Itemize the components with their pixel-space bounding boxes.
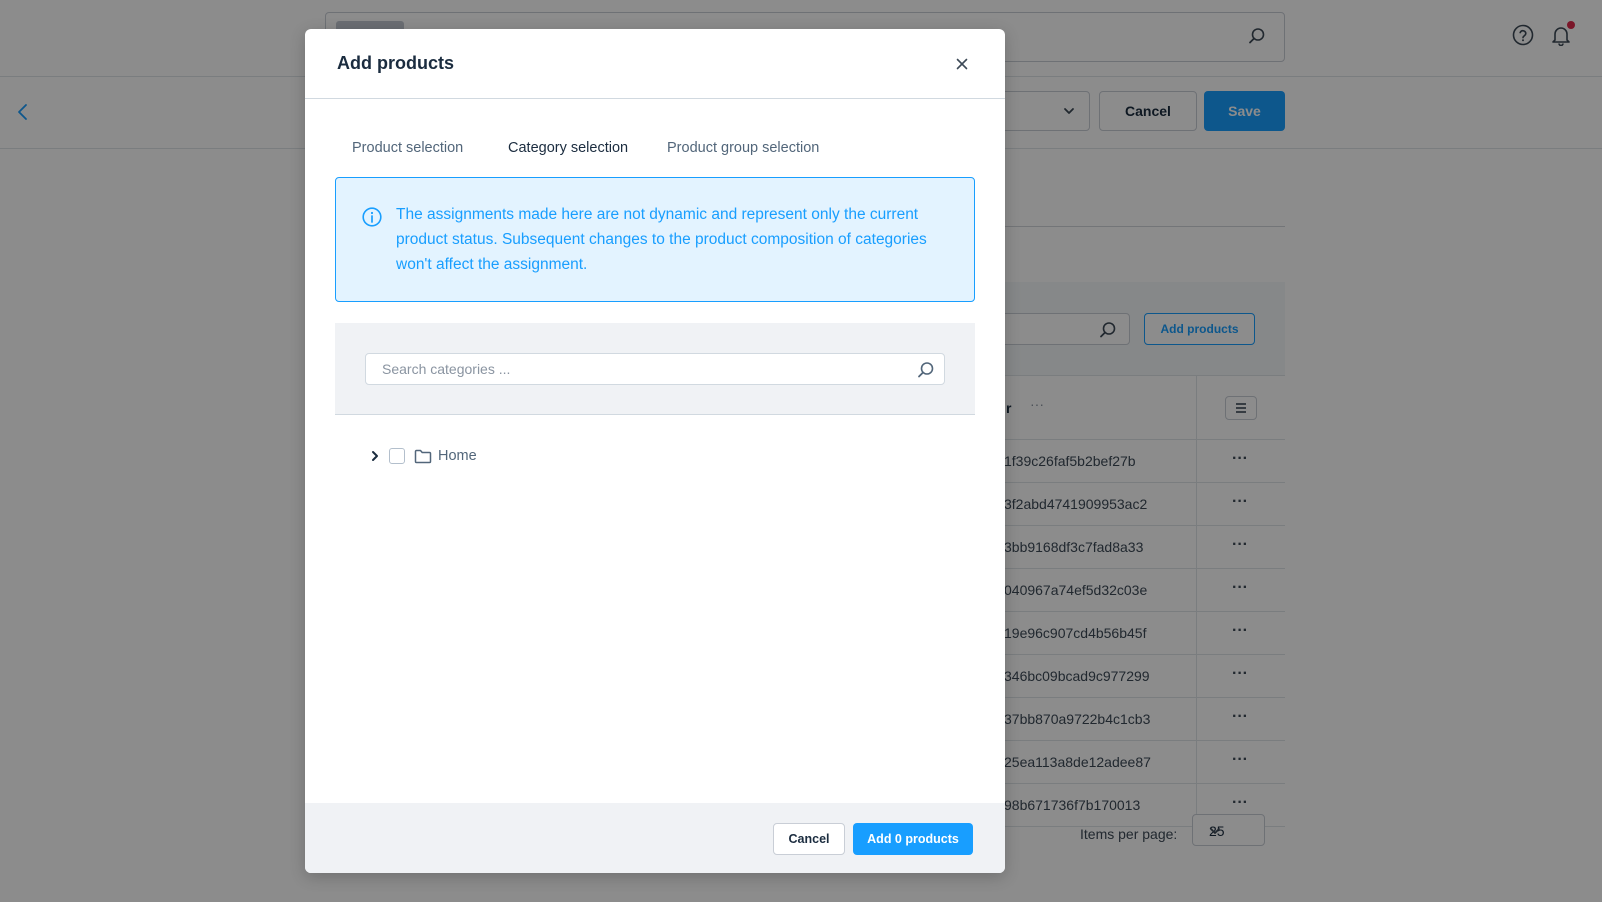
tab-label: Product selection — [352, 140, 464, 156]
category-checkbox[interactable] — [389, 448, 405, 464]
tab-label: Category selection — [508, 140, 629, 156]
add-products-confirm-button[interactable]: Add 0 products — [853, 823, 973, 855]
info-alert: The assignments made here are not dynami… — [335, 177, 975, 302]
search-icon[interactable] — [917, 361, 935, 384]
tree-item-home: Home — [365, 445, 965, 467]
tree-item-label[interactable]: Home — [438, 448, 477, 464]
modal-header: Add products — [305, 29, 1005, 99]
folder-icon — [414, 449, 432, 464]
modal-footer: Cancel Add 0 products — [305, 803, 1005, 873]
info-icon — [362, 207, 382, 232]
tab-label: Product group selection — [667, 140, 820, 156]
add-products-modal: Add products Product selection Category … — [305, 29, 1005, 873]
category-search-panel — [335, 323, 975, 415]
category-search-input[interactable] — [365, 353, 945, 385]
category-tree: Home — [365, 445, 965, 467]
info-alert-text: The assignments made here are not dynami… — [396, 206, 927, 273]
cancel-button[interactable]: Cancel — [773, 823, 845, 855]
chevron-right-icon[interactable] — [368, 449, 382, 463]
close-icon[interactable] — [951, 53, 973, 75]
modal-title: Add products — [337, 53, 454, 73]
